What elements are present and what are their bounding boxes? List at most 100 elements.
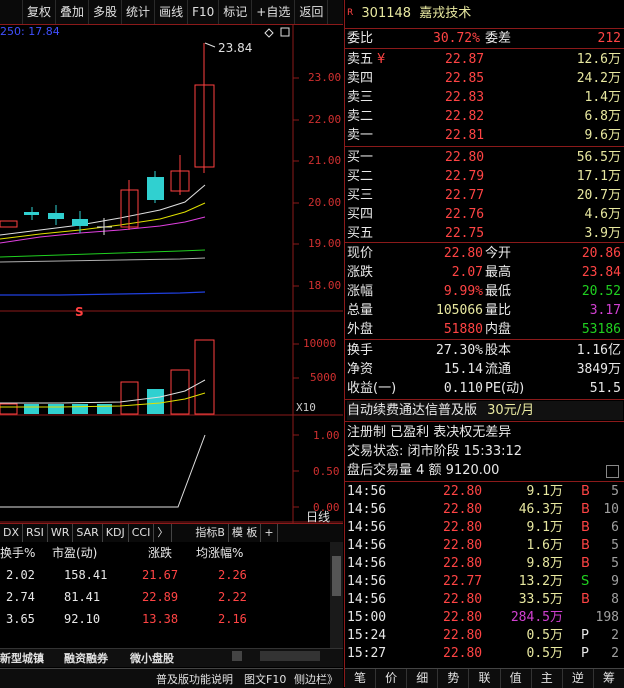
tick-count: 2 — [611, 646, 619, 661]
tick-row[interactable]: 15:00 22.80 284.5万 198 — [347, 609, 623, 627]
tick-row[interactable]: 15:27 22.80 0.5万 P 2 — [347, 645, 623, 663]
chart-toolbar: 复权 叠加 多股 统计 画线 F10 标记 +自选 返回 — [0, 0, 343, 25]
table-row[interactable]: 3.65 92.10 13.38 2.16 — [0, 608, 330, 630]
sell-row[interactable]: 卖二 22.82 6.8万 — [347, 107, 623, 126]
toolbar-back-button[interactable]: 返回 — [295, 0, 329, 24]
price-axis-23: 23.00 — [308, 71, 342, 84]
tick-volume: 9.1万 — [526, 520, 563, 535]
right-tab-0[interactable]: 笔 — [345, 669, 377, 688]
buy-label: 买二 — [347, 169, 374, 184]
tick-row[interactable]: 15:24 22.80 0.5万 P 2 — [347, 627, 623, 645]
table-scrollbar[interactable] — [330, 542, 343, 648]
fin-value: 3849万 — [576, 362, 621, 377]
vol-axis-5000: 5000 — [310, 371, 337, 384]
tick-row[interactable]: 14:56 22.80 9.1万 B 5 — [347, 483, 623, 501]
tick-row[interactable]: 14:56 22.80 33.5万 B 8 — [347, 591, 623, 609]
chart-icon[interactable] — [606, 465, 619, 478]
right-tab-3[interactable]: 势 — [438, 669, 470, 688]
buy-price: 22.79 — [445, 169, 485, 184]
ad-banner[interactable]: 自动续费通达信普及版 30元/月 — [347, 401, 623, 420]
scroll-left-icon[interactable] — [232, 651, 242, 661]
ma250-label: 250: 17.84 — [0, 25, 60, 38]
buy-volume: 56.5万 — [576, 150, 621, 165]
tab-add[interactable]: + — [261, 524, 278, 542]
status-f10-link[interactable]: 图文F10 — [244, 671, 286, 687]
tick-row[interactable]: 14:56 22.80 9.1万 B 6 — [347, 519, 623, 537]
tick-side: B — [581, 556, 590, 571]
sell-row[interactable]: 卖一 22.81 9.6万 — [347, 126, 623, 145]
weibi-value: 30.72% — [433, 31, 480, 46]
table-row[interactable]: 2.74 81.41 22.89 2.22 — [0, 586, 330, 608]
tab-dx[interactable]: DX — [0, 524, 24, 542]
tick-price: 22.80 — [443, 556, 483, 571]
status-help-link[interactable]: 普及版功能说明 — [156, 671, 233, 687]
col-pe[interactable]: 市盈(动) — [52, 542, 97, 564]
tab-sar[interactable]: SAR — [73, 524, 103, 542]
status-sidebar-toggle[interactable]: 侧边栏》 — [294, 671, 338, 687]
tab-wr[interactable]: WR — [48, 524, 74, 542]
stat-value: 20.86 — [581, 246, 621, 261]
r-tag: R — [347, 8, 354, 18]
tick-row[interactable]: 14:56 22.80 9.8万 B 5 — [347, 555, 623, 573]
sell-row[interactable]: 卖五 ¥ 22.87 12.6万 — [347, 50, 623, 69]
right-tab-7[interactable]: 逆 — [563, 669, 594, 688]
sell-price: 22.83 — [445, 90, 485, 105]
toolbar-multi-stock-button[interactable]: 多股 — [89, 0, 123, 24]
table-row[interactable]: 2.02 158.41 21.67 2.26 — [0, 564, 330, 586]
tick-row[interactable]: 14:56 22.80 1.6万 B 5 — [347, 537, 623, 555]
cell-turnover: 2.74 — [6, 590, 35, 604]
right-tab-6[interactable]: 主 — [532, 669, 563, 688]
tab-indicator-b[interactable]: 指标B — [192, 524, 229, 542]
tab-new-urbanization[interactable]: 新型城镇 — [0, 650, 44, 666]
col-turnover[interactable]: 换手% — [0, 542, 35, 564]
toolbar-draw-button[interactable]: 画线 — [155, 0, 189, 24]
right-tab-4[interactable]: 联 — [469, 669, 501, 688]
tab-margin-trading[interactable]: 融资融券 — [64, 650, 108, 666]
fin-label: 换手 — [347, 343, 374, 358]
toolbar-f10-button[interactable]: F10 — [188, 0, 220, 24]
buy-row[interactable]: 买五 22.75 3.9万 — [347, 224, 623, 243]
tick-count: 5 — [611, 484, 619, 499]
buy-volume: 17.1万 — [576, 169, 621, 184]
block-tabs: 新型城镇 融资融券 微小盘股 — [0, 648, 343, 667]
horizontal-scrollbar[interactable] — [260, 651, 320, 661]
tick-side: B — [581, 538, 590, 553]
price-axis-19: 19.00 — [308, 237, 342, 250]
tab-rsi[interactable]: RSI — [23, 524, 48, 542]
tick-side: B — [581, 592, 590, 607]
high-marker: 23.84 — [218, 41, 253, 55]
sell-price: 22.87 — [445, 52, 485, 67]
right-tab-2[interactable]: 细 — [407, 669, 439, 688]
buy-row[interactable]: 买二 22.79 17.1万 — [347, 167, 623, 186]
tick-row[interactable]: 14:56 22.80 46.3万 B 10 — [347, 501, 623, 519]
tick-price: 22.80 — [443, 484, 483, 499]
sell-volume: 6.8万 — [584, 109, 621, 124]
kline-chart[interactable]: 250: 17.84 23.84 S 23.00 22.00 21.00 20.… — [0, 25, 343, 525]
toolbar-add-watchlist-button[interactable]: +自选 — [252, 0, 296, 24]
tab-kdj[interactable]: KDJ — [103, 524, 129, 542]
buy-row[interactable]: 买一 22.80 56.5万 — [347, 148, 623, 167]
toolbar-stats-button[interactable]: 统计 — [122, 0, 156, 24]
tab-template[interactable]: 模 板 — [229, 524, 262, 542]
scrollbar-thumb[interactable] — [332, 556, 341, 596]
col-change[interactable]: 涨跌 — [148, 542, 172, 564]
right-tab-8[interactable]: 筹 — [594, 669, 624, 688]
after-hours-text: 盘后交易量 4 额 9120.00 — [347, 463, 500, 478]
tab-micro-cap[interactable]: 微小盘股 — [130, 650, 174, 666]
tick-row[interactable]: 14:56 22.77 13.2万 S 9 — [347, 573, 623, 591]
tab-more-icon[interactable]: 〉 — [154, 524, 173, 542]
toolbar-mark-button[interactable]: 标记 — [219, 0, 253, 24]
tick-price: 22.80 — [443, 538, 483, 553]
toolbar-overlay-button[interactable]: 叠加 — [56, 0, 90, 24]
col-avg-change[interactable]: 均涨幅% — [196, 542, 243, 564]
fin-label: 收益(一) — [347, 381, 397, 396]
buy-row[interactable]: 买四 22.76 4.6万 — [347, 205, 623, 224]
tab-cci[interactable]: CCI — [129, 524, 155, 542]
right-tab-1[interactable]: 价 — [376, 669, 408, 688]
right-tab-5[interactable]: 值 — [501, 669, 532, 688]
sell-row[interactable]: 卖三 22.83 1.4万 — [347, 88, 623, 107]
buy-row[interactable]: 买三 22.77 20.7万 — [347, 186, 623, 205]
toolbar-fuquan-button[interactable]: 复权 — [23, 0, 57, 24]
sell-row[interactable]: 卖四 22.85 24.2万 — [347, 69, 623, 88]
kline-chart-svg — [0, 25, 343, 523]
